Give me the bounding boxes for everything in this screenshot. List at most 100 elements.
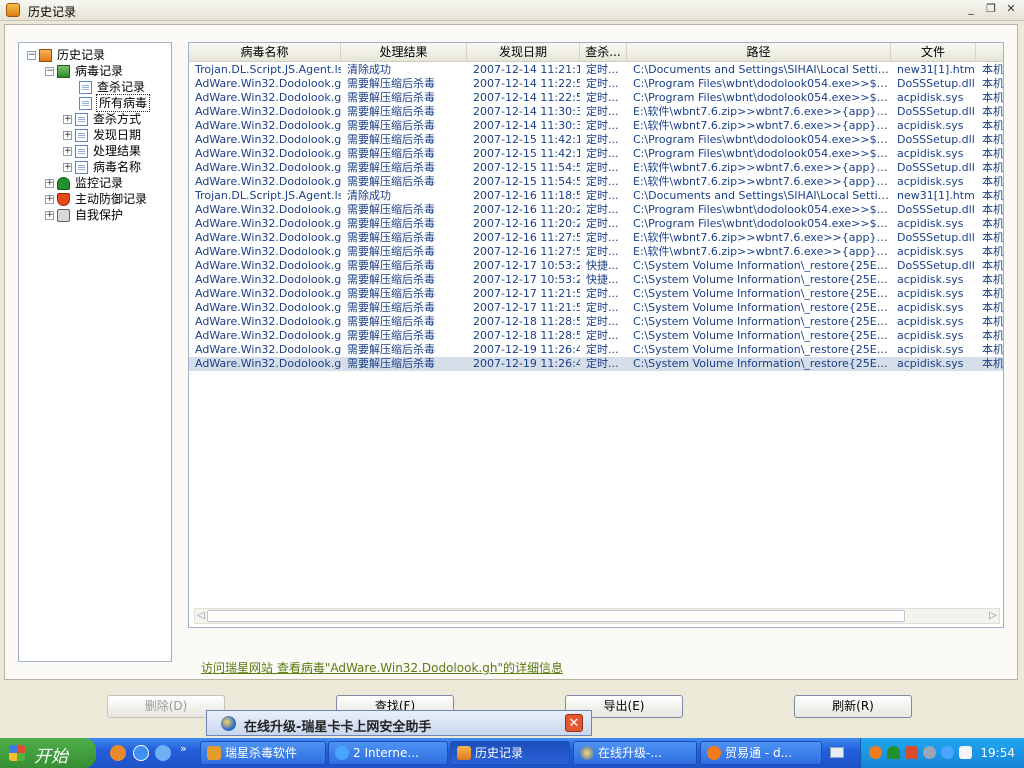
tree-node-scan-mode[interactable]: + 查杀方式: [63, 111, 141, 127]
tree-label-all-viruses: 所有病毒: [95, 94, 151, 112]
tray-shield-icon[interactable]: [905, 746, 918, 759]
table-cell: AdWare.Win32.Dodolook.gh: [195, 147, 341, 160]
tree-node-self-protect[interactable]: + 自我保护: [45, 207, 123, 223]
table-row[interactable]: Trojan.DL.Script.JS.Agent.lst 清除成功 2007-12…: [189, 63, 1003, 77]
table-cell: acpidisk.sys: [897, 245, 964, 258]
column-header-result[interactable]: 处理结果: [341, 43, 467, 61]
tray-update-icon[interactable]: [941, 746, 954, 759]
quicklaunch-desktop-icon[interactable]: [155, 745, 171, 761]
horizontal-scrollbar[interactable]: ◁ ▷: [194, 608, 1000, 624]
tree-node-virus-name[interactable]: + 病毒名称: [63, 159, 141, 175]
restore-icon[interactable]: ❐: [984, 2, 998, 16]
table-row[interactable]: AdWare.Win32.Dodolook.gh 需要解压缩后杀毒 2007-12-…: [189, 231, 1003, 245]
expand-icon[interactable]: +: [45, 194, 54, 204]
task-trade-messenger[interactable]: 贸易通 - d...: [700, 741, 822, 765]
table-cell: 需要解压缩后杀毒: [347, 105, 435, 118]
expand-icon[interactable]: +: [63, 146, 72, 156]
tree-node-virus[interactable]: − 病毒记录: [45, 63, 123, 79]
table-row[interactable]: AdWare.Win32.Dodolook.gh 需要解压缩后杀毒 2007-12-…: [189, 273, 1003, 287]
tray-network-icon[interactable]: [923, 746, 936, 759]
table-cell: 定时...: [586, 175, 619, 188]
list-header: 病毒名称 处理结果 发现日期 查杀... 路径 文件: [189, 43, 1003, 62]
table-row[interactable]: AdWare.Win32.Dodolook.gh 需要解压缩后杀毒 2007-12-…: [189, 77, 1003, 91]
tray-volume-icon[interactable]: [959, 746, 972, 759]
keyboard-icon[interactable]: [830, 747, 844, 758]
minimize-icon[interactable]: _: [964, 2, 978, 16]
collapse-icon[interactable]: −: [27, 50, 36, 60]
quicklaunch-messenger-icon[interactable]: [110, 745, 126, 761]
table-row[interactable]: AdWare.Win32.Dodolook.gh 需要解压缩后杀毒 2007-12-…: [189, 259, 1003, 273]
task-internet-explorer[interactable]: 2 Interne...: [328, 741, 448, 765]
table-row[interactable]: AdWare.Win32.Dodolook.gh 需要解压缩后杀毒 2007-12-…: [189, 357, 1003, 371]
column-header-scan-mode[interactable]: 查杀...: [580, 43, 627, 61]
upgrade-notification[interactable]: 在线升级-瑞星卡卡上网安全助手 ✕: [206, 710, 592, 736]
table-cell: C:\Program Files\wbnt\dodolook054.exe>>$…: [633, 133, 891, 146]
table-row[interactable]: AdWare.Win32.Dodolook.gh 需要解压缩后杀毒 2007-12-…: [189, 343, 1003, 357]
task-online-upgrade[interactable]: 在线升级-...: [573, 741, 697, 765]
expand-icon[interactable]: +: [45, 178, 54, 188]
tray-trademanager-icon[interactable]: [869, 746, 882, 759]
virus-detail-link[interactable]: 访问瑞星网站 查看病毒"AdWare.Win32.Dodolook.gh"的详细…: [201, 659, 563, 676]
collapse-icon[interactable]: −: [45, 66, 54, 76]
table-row[interactable]: AdWare.Win32.Dodolook.gh 需要解压缩后杀毒 2007-12-…: [189, 133, 1003, 147]
scroll-thumb[interactable]: [207, 610, 905, 622]
column-header-path[interactable]: 路径: [627, 43, 891, 61]
close-icon[interactable]: ✕: [1004, 2, 1018, 16]
table-row[interactable]: AdWare.Win32.Dodolook.gh 需要解压缩后杀毒 2007-12-…: [189, 91, 1004, 105]
table-cell: 需要解压缩后杀毒: [347, 245, 435, 258]
refresh-button[interactable]: 刷新(R): [794, 695, 912, 718]
expand-icon[interactable]: +: [45, 210, 54, 220]
tree-node-monitor[interactable]: + 监控记录: [45, 175, 123, 191]
column-header-file[interactable]: 文件: [891, 43, 976, 61]
table-row[interactable]: AdWare.Win32.Dodolook.gh 需要解压缩后杀毒 2007-12-…: [189, 175, 1003, 189]
scroll-left-icon[interactable]: ◁: [195, 610, 207, 622]
table-cell: 需要解压缩后杀毒: [347, 91, 435, 104]
expand-icon[interactable]: +: [63, 162, 72, 172]
tree-node-scan-log[interactable]: 查杀记录: [79, 79, 145, 95]
table-row[interactable]: AdWare.Win32.Dodolook.gh 需要解压缩后杀毒 2007-12-…: [189, 119, 1003, 133]
column-header-date[interactable]: 发现日期: [467, 43, 580, 61]
page-icon: [75, 160, 88, 174]
tree-label-monitor: 监控记录: [75, 176, 124, 190]
start-button[interactable]: 开始: [0, 738, 96, 768]
umbrella-icon: [57, 176, 70, 190]
table-row[interactable]: AdWare.Win32.Dodolook.gh 需要解压缩后杀毒 2007-12-…: [189, 105, 1003, 119]
table-cell: C:\Program Files\wbnt\dodolook054.exe>>$…: [633, 77, 891, 90]
tree-node-found-date[interactable]: + 发现日期: [63, 127, 141, 143]
rising-icon: [207, 746, 221, 760]
tree-node-all-viruses[interactable]: 所有病毒: [79, 94, 151, 112]
table-cell: 本机: [982, 217, 1004, 230]
table-row[interactable]: AdWare.Win32.Dodolook.gh 需要解压缩后杀毒 2007-12-…: [189, 287, 1003, 301]
table-cell: new31[1].htm: [897, 189, 975, 202]
table-cell: 定时...: [586, 217, 619, 230]
table-row[interactable]: AdWare.Win32.Dodolook.gh 需要解压缩后杀毒 2007-12-…: [189, 329, 1003, 343]
task-rising-antivirus[interactable]: 瑞星杀毒软件: [200, 741, 326, 765]
scroll-right-icon[interactable]: ▷: [987, 610, 999, 622]
tree-node-history[interactable]: − 历史记录: [27, 47, 105, 63]
table-row[interactable]: AdWare.Win32.Dodolook.gh 需要解压缩后杀毒 2007-12-…: [189, 301, 1003, 315]
table-row[interactable]: AdWare.Win32.Dodolook.gh 需要解压缩后杀毒 2007-12-…: [189, 203, 1003, 217]
quicklaunch-ie-icon[interactable]: [133, 745, 149, 761]
tree-label-result: 处理结果: [93, 144, 142, 158]
table-cell: C:\Program Files\wbnt\dodolook054.exe>>$…: [633, 203, 891, 216]
table-row[interactable]: AdWare.Win32.Dodolook.gh 需要解压缩后杀毒 2007-12-…: [189, 147, 1003, 161]
table-row[interactable]: AdWare.Win32.Dodolook.gh 需要解压缩后杀毒 2007-12-…: [189, 161, 1004, 175]
table-cell: 2007-12-14 11:30:37: [473, 105, 580, 118]
table-cell: 本机: [982, 91, 1004, 104]
table-cell: 定时...: [586, 301, 619, 314]
tray-umbrella-icon[interactable]: [887, 746, 900, 759]
quicklaunch-more-icon[interactable]: »: [180, 742, 187, 755]
task-history[interactable]: 历史记录: [450, 741, 570, 765]
column-header-extra[interactable]: [976, 43, 1003, 61]
table-row[interactable]: AdWare.Win32.Dodolook.gh 需要解压缩后杀毒 2007-12-…: [189, 315, 1003, 329]
table-cell: 本机: [982, 161, 1004, 174]
close-icon[interactable]: ✕: [565, 714, 583, 732]
table-row[interactable]: AdWare.Win32.Dodolook.gh 需要解压缩后杀毒 2007-12-…: [189, 245, 1003, 259]
table-row[interactable]: AdWare.Win32.Dodolook.gh 需要解压缩后杀毒 2007-12-…: [189, 217, 1004, 231]
tree-node-defense[interactable]: + 主动防御记录: [45, 191, 147, 207]
tree-node-result[interactable]: + 处理结果: [63, 143, 141, 159]
expand-icon[interactable]: +: [63, 114, 72, 124]
table-row[interactable]: Trojan.DL.Script.JS.Agent.lst 清除成功 2007-12…: [189, 189, 1003, 203]
column-header-virus-name[interactable]: 病毒名称: [189, 43, 341, 61]
expand-icon[interactable]: +: [63, 130, 72, 140]
